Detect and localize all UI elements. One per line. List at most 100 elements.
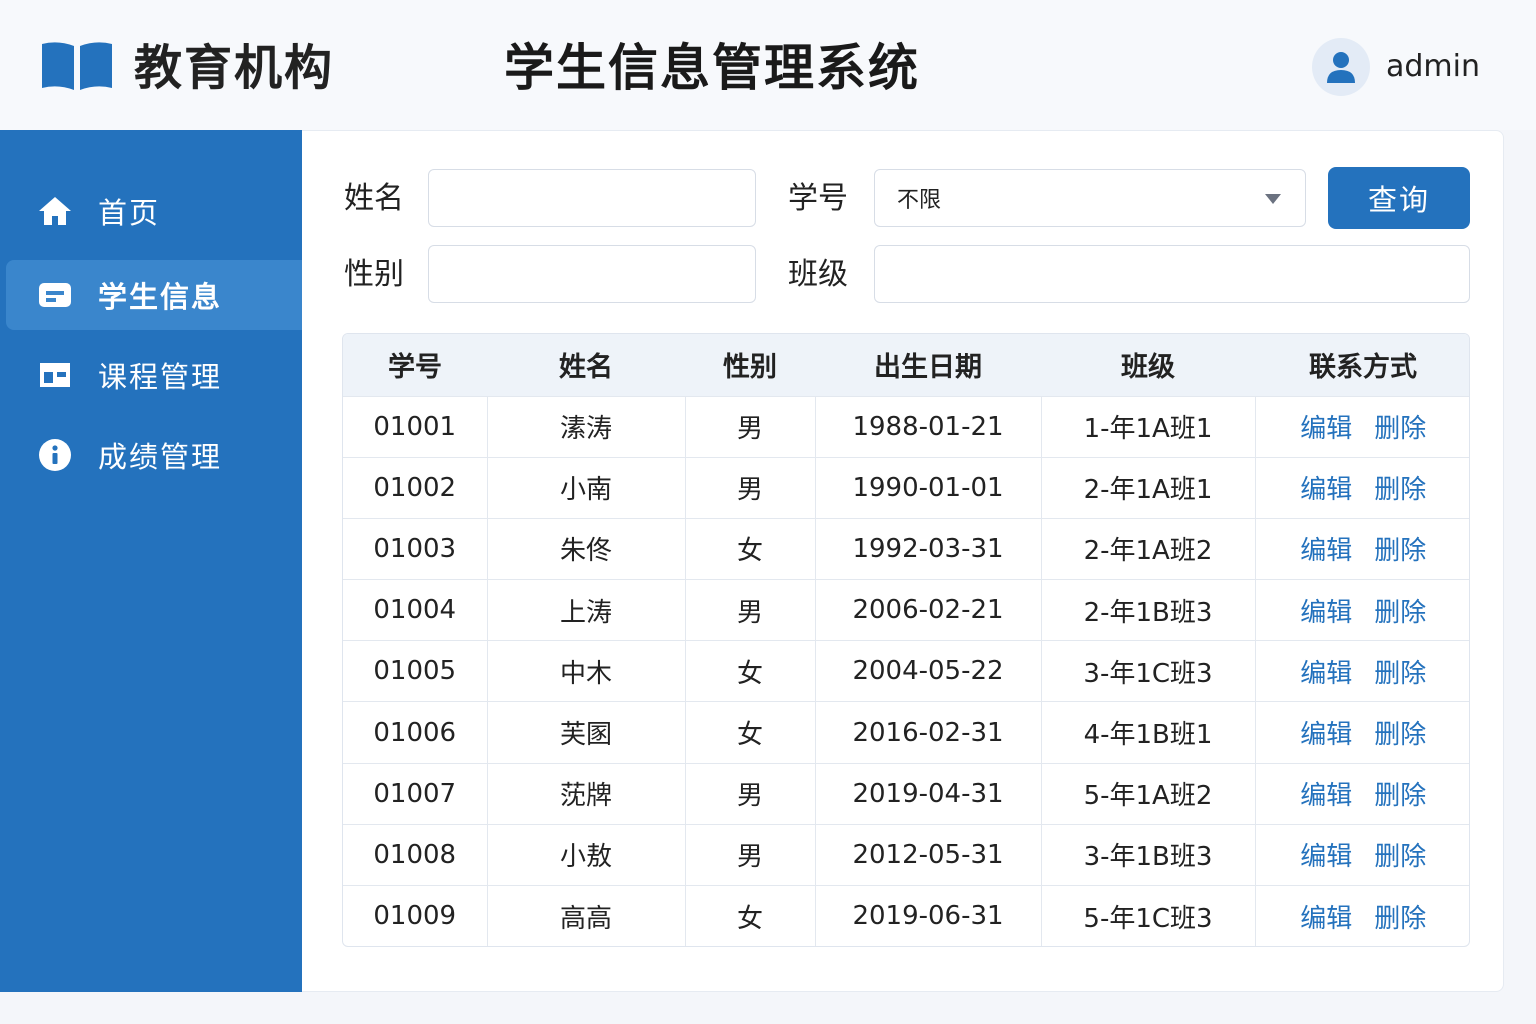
actions-cell: 编辑 删除 bbox=[1254, 396, 1469, 458]
sidebar-item-label: 课程管理 bbox=[98, 360, 223, 394]
id-card-icon bbox=[39, 283, 71, 307]
name-cell: 溸涛 bbox=[486, 396, 685, 458]
class-input[interactable] bbox=[874, 245, 1470, 303]
gender-cell: 女 bbox=[684, 701, 815, 764]
edit-link[interactable]: 编辑 bbox=[1300, 659, 1352, 689]
gender-input[interactable] bbox=[428, 245, 756, 303]
column-header[interactable]: 出生日期 bbox=[815, 334, 1041, 396]
sidebar: 首页 学生信息 课程管理 成绩管理 bbox=[0, 130, 302, 992]
delete-link[interactable]: 删除 bbox=[1374, 414, 1426, 444]
name-cell: 上涛 bbox=[486, 579, 685, 641]
name-cell: 芙圂 bbox=[486, 701, 685, 764]
delete-link[interactable]: 删除 bbox=[1374, 598, 1426, 628]
sidebar-item-home[interactable]: 首页 bbox=[0, 176, 302, 246]
student-id-cell: 01004 bbox=[373, 595, 457, 626]
student-id-cell: 01001 bbox=[373, 411, 457, 442]
actions-cell: 编辑 删除 bbox=[1254, 701, 1469, 764]
name-cell: 中木 bbox=[486, 640, 685, 702]
home-icon bbox=[39, 197, 71, 225]
class-cell: 3-年1B班3 bbox=[1040, 824, 1255, 886]
student-id-cell: 01007 bbox=[373, 778, 457, 809]
class-cell: 2-年1A班2 bbox=[1040, 518, 1255, 580]
edit-link[interactable]: 编辑 bbox=[1300, 475, 1352, 505]
delete-link[interactable]: 删除 bbox=[1374, 781, 1426, 811]
edit-link[interactable]: 编辑 bbox=[1300, 720, 1352, 750]
delete-link[interactable]: 删除 bbox=[1374, 475, 1426, 505]
class-cell: 1-年1A班1 bbox=[1040, 396, 1255, 458]
edit-link[interactable]: 编辑 bbox=[1300, 598, 1352, 628]
actions-cell: 编辑 删除 bbox=[1254, 640, 1469, 702]
student-id-cell: 01003 bbox=[373, 533, 457, 564]
column-header[interactable]: 学号 bbox=[343, 334, 487, 396]
student-id-cell: 01008 bbox=[373, 839, 457, 870]
column-header[interactable]: 性别 bbox=[685, 334, 815, 396]
sidebar-item-student-info[interactable]: 学生信息 bbox=[6, 260, 302, 330]
class-cell: 5-年1A班2 bbox=[1040, 763, 1255, 825]
info-icon bbox=[39, 439, 71, 471]
birthdate-cell: 1992-03-31 bbox=[814, 518, 1041, 580]
sidebar-item-courses[interactable]: 课程管理 bbox=[0, 340, 302, 410]
gender-cell: 男 bbox=[684, 824, 815, 886]
name-cell: 莐牌 bbox=[486, 763, 685, 825]
gender-cell: 女 bbox=[684, 885, 815, 946]
user-name[interactable]: admin bbox=[1386, 48, 1480, 86]
book-logo-icon bbox=[42, 42, 112, 90]
table-row: 01006 芙圂女 2016-02-31 4-年1B班1 编辑 删除 bbox=[343, 701, 1469, 764]
class-cell: 4-年1B班1 bbox=[1040, 701, 1255, 764]
edit-link[interactable]: 编辑 bbox=[1300, 536, 1352, 566]
student-id-cell: 01002 bbox=[373, 472, 457, 503]
student-id-cell: 01009 bbox=[373, 901, 457, 932]
student-id-select[interactable]: 不限 bbox=[874, 169, 1306, 227]
edit-link[interactable]: 编辑 bbox=[1300, 781, 1352, 811]
edit-link[interactable]: 编辑 bbox=[1300, 414, 1352, 444]
edit-link[interactable]: 编辑 bbox=[1300, 904, 1352, 934]
sidebar-item-grades[interactable]: 成绩管理 bbox=[0, 420, 302, 490]
table-row: 01003 朱佟女 1992-03-31 2-年1A班2 编辑 删除 bbox=[343, 518, 1469, 580]
actions-cell: 编辑 删除 bbox=[1254, 457, 1469, 519]
query-button[interactable]: 查询 bbox=[1328, 167, 1470, 229]
student-id-cell: 01005 bbox=[373, 656, 457, 687]
gender-cell: 男 bbox=[684, 396, 815, 458]
delete-link[interactable]: 删除 bbox=[1374, 842, 1426, 872]
table-row: 01002 小南男 1990-01-01 2-年1A班1 编辑 删除 bbox=[343, 457, 1469, 519]
class-cell: 5-年1C班3 bbox=[1040, 885, 1255, 946]
column-header[interactable]: 姓名 bbox=[487, 334, 685, 396]
name-cell: 小敖 bbox=[486, 824, 685, 886]
delete-link[interactable]: 删除 bbox=[1374, 720, 1426, 750]
actions-cell: 编辑 删除 bbox=[1254, 824, 1469, 886]
birthdate-cell: 2016-02-31 bbox=[814, 701, 1041, 764]
delete-link[interactable]: 删除 bbox=[1374, 536, 1426, 566]
student-id-label: 学号 bbox=[788, 181, 848, 216]
delete-link[interactable]: 删除 bbox=[1374, 659, 1426, 689]
class-cell: 3-年1C班3 bbox=[1040, 640, 1255, 702]
delete-link[interactable]: 删除 bbox=[1374, 904, 1426, 934]
table-row: 01004 上涛男 2006-02-21 2-年1B班3 编辑 删除 bbox=[343, 579, 1469, 641]
org-name: 教育机构 bbox=[134, 40, 335, 96]
actions-cell: 编辑 删除 bbox=[1254, 763, 1469, 825]
birthdate-cell: 1990-01-01 bbox=[814, 457, 1041, 519]
column-header[interactable]: 联系方式 bbox=[1255, 334, 1469, 396]
edit-link[interactable]: 编辑 bbox=[1300, 842, 1352, 872]
top-header: 教育机构 学生信息管理系统 admin bbox=[0, 0, 1536, 130]
student-id-cell: 01006 bbox=[373, 717, 457, 748]
actions-cell: 编辑 删除 bbox=[1254, 885, 1469, 946]
sidebar-item-label: 学生信息 bbox=[98, 280, 223, 314]
table-row: 01009 高高女 2019-06-31 5-年1C班3 编辑 删除 bbox=[343, 885, 1469, 946]
table-header-row: 学号 姓名 性别 出生日期 班级 联系方式 bbox=[343, 334, 1469, 396]
gender-cell: 男 bbox=[684, 457, 815, 519]
table-body: 01001 溸涛男 1988-01-21 1-年1A班1 编辑 删除 01002 小南男 199… bbox=[343, 396, 1469, 946]
chevron-down-icon bbox=[1265, 194, 1281, 204]
birthdate-cell: 2006-02-21 bbox=[814, 579, 1041, 641]
column-header[interactable]: 班级 bbox=[1041, 334, 1255, 396]
class-cell: 2-年1B班3 bbox=[1040, 579, 1255, 641]
name-input[interactable] bbox=[428, 169, 756, 227]
sidebar-item-label: 首页 bbox=[98, 196, 161, 230]
class-label: 班级 bbox=[788, 257, 848, 292]
app-title: 学生信息管理系统 bbox=[504, 39, 920, 97]
gender-label: 性别 bbox=[344, 257, 404, 292]
user-avatar[interactable] bbox=[1312, 38, 1370, 96]
class-cell: 2-年1A班1 bbox=[1040, 457, 1255, 519]
table-row: 01005 中木女 2004-05-22 3-年1C班3 编辑 删除 bbox=[343, 640, 1469, 702]
birthdate-cell: 2004-05-22 bbox=[814, 640, 1041, 702]
grid-icon bbox=[40, 363, 70, 387]
